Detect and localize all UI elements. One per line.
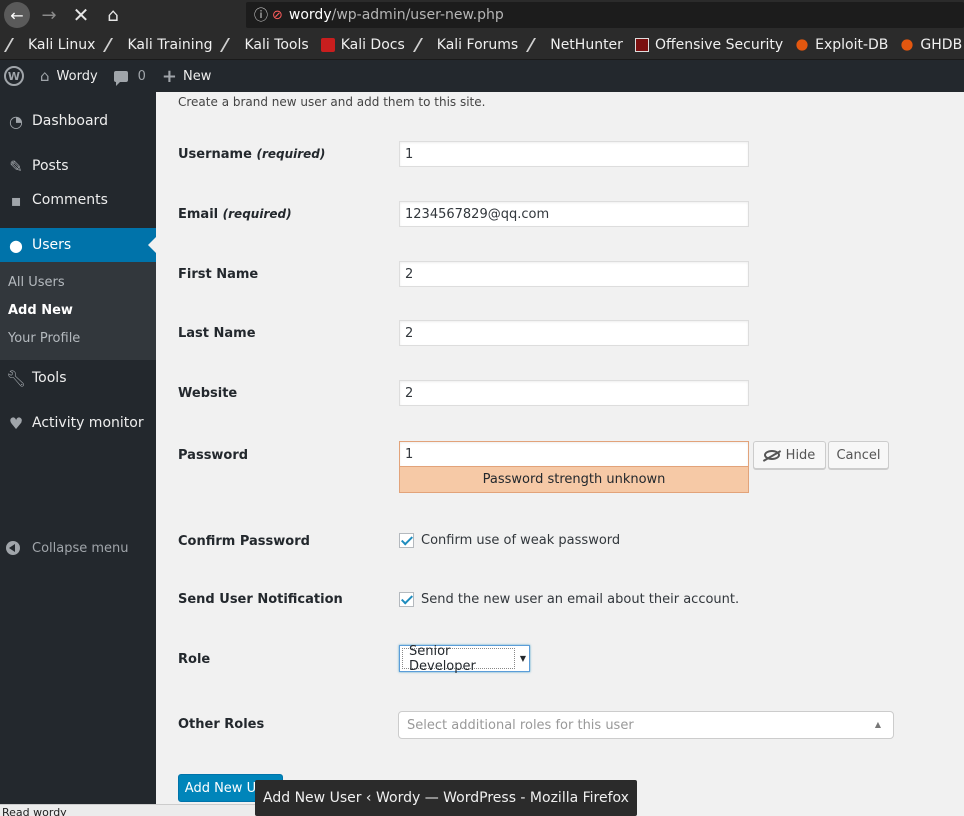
comments-link[interactable]: 0 <box>113 68 146 86</box>
role-select[interactable]: Senior Developer ▼ <box>399 644 530 674</box>
confirm-weak-password-row: Confirm use of weak password <box>399 533 620 548</box>
comment-bubble-icon <box>113 70 128 86</box>
bookmark-kali-forums[interactable]: Kali Forums <box>412 37 518 53</box>
send-notification-label: Send User Notification <box>178 592 343 607</box>
username-input[interactable] <box>399 141 749 167</box>
send-notification-text: Send the new user an email about their a… <box>421 592 740 607</box>
bookmarks-bar: Kali Linux Kali Training Kali Tools Kali… <box>0 30 964 60</box>
bookmark-nethunter[interactable]: NetHunter <box>526 37 623 53</box>
collapse-menu-button[interactable]: Collapse menu <box>0 538 156 558</box>
password-strength-indicator: Password strength unknown <box>399 466 749 493</box>
close-icon: ✕ <box>72 3 90 27</box>
exploit-db-icon <box>796 38 808 51</box>
offsec-icon <box>634 37 649 52</box>
eye-slash-icon <box>763 450 780 460</box>
heartbeat-icon: ♥ <box>8 413 24 433</box>
confirm-password-label: Confirm Password <box>178 534 310 549</box>
kali-dragon-icon <box>3 37 27 52</box>
dashboard-gauge-icon: ◔ <box>9 111 23 131</box>
menu-item-comments[interactable]: ▪ Comments <box>0 183 156 217</box>
email-label: Email (required) <box>178 207 292 222</box>
wp-logo-menu[interactable]: W <box>0 66 24 86</box>
other-roles-label: Other Roles <box>178 717 265 732</box>
bookmark-kali-docs[interactable]: Kali Docs <box>320 37 405 53</box>
submenu-add-new[interactable]: Add New <box>8 303 73 318</box>
users-submenu: All Users Add New Your Profile <box>0 262 156 360</box>
menu-item-dashboard[interactable]: ◔ Dashboard <box>0 104 156 138</box>
hide-password-button[interactable]: Hide <box>753 441 826 469</box>
forward-button[interactable]: → <box>34 0 64 30</box>
wordpress-logo-icon: W <box>4 66 24 86</box>
kali-dragon-icon <box>412 37 435 52</box>
wrench-icon: 🔧︎ <box>5 368 27 388</box>
kali-dragon-icon <box>103 37 126 52</box>
docs-icon <box>320 37 335 52</box>
bookmark-kali-tools[interactable]: Kali Tools <box>220 37 309 53</box>
bookmark-kali-training[interactable]: Kali Training <box>103 37 212 53</box>
kali-dragon-icon <box>220 37 243 52</box>
website-label: Website <box>178 386 238 401</box>
home-icon: ⌂ <box>40 67 50 85</box>
home-icon: ⌂ <box>107 4 119 26</box>
nethunter-icon <box>526 37 549 52</box>
collapse-arrow-icon <box>6 541 20 555</box>
menu-item-activity-monitor[interactable]: ♥ Activity monitor <box>0 406 156 440</box>
send-notification-row: Send the new user an email about their a… <box>399 592 739 607</box>
password-input[interactable] <box>399 441 749 467</box>
main-content: Create a brand new user and add them to … <box>156 92 964 816</box>
bookmark-kali-linux[interactable]: Kali Linux <box>3 37 95 53</box>
wp-admin-bar: W ⌂ Wordy 0 + New <box>0 60 964 92</box>
insecure-lock-icon: ⊘ <box>272 7 283 23</box>
send-notification-checkbox[interactable] <box>399 592 414 607</box>
submenu-your-profile[interactable]: Your Profile <box>8 331 80 346</box>
comment-count: 0 <box>137 68 146 84</box>
chevron-up-icon: ▲ <box>874 720 881 729</box>
bookmark-ghdb[interactable]: GHDB <box>900 37 962 53</box>
user-icon: ● <box>9 235 23 255</box>
menu-item-users[interactable]: ● Users <box>0 228 156 262</box>
home-button[interactable]: ⌂ <box>98 0 128 30</box>
url-bar[interactable]: ⓘ ⊘ wordy/wp-admin/user-new.php <box>246 2 964 28</box>
comment-bubble-icon: ▪ <box>10 190 22 210</box>
confirm-weak-password-checkbox[interactable] <box>399 533 414 548</box>
first-name-input[interactable] <box>399 261 749 287</box>
forward-arrow-icon: → <box>41 4 57 26</box>
plus-icon: + <box>161 65 178 87</box>
browser-toolbar: ← → ✕ ⌂ ⓘ ⊘ wordy/wp-admin/user-new.php <box>0 0 964 30</box>
first-name-label: First Name <box>178 267 259 282</box>
username-label: Username (required) <box>178 147 326 162</box>
cancel-password-button[interactable]: Cancel <box>828 441 889 469</box>
last-name-label: Last Name <box>178 326 256 341</box>
page-description: Create a brand new user and add them to … <box>178 95 486 109</box>
other-roles-select[interactable]: Select additional roles for this user ▲ <box>398 711 894 739</box>
info-icon[interactable]: ⓘ <box>254 5 272 25</box>
stop-loading-button[interactable]: ✕ <box>66 0 96 30</box>
admin-sidebar-menu: ◔ Dashboard ✎ Posts ▪ Comments ● Users 🔧︎ Too… <box>0 92 156 816</box>
back-button[interactable]: ← <box>2 0 32 30</box>
password-label: Password <box>178 448 249 463</box>
window-title-tooltip: Add New User ‹ Wordy — WordPress - Mozil… <box>255 780 637 816</box>
site-name-link[interactable]: ⌂ Wordy <box>40 67 98 85</box>
last-name-input[interactable] <box>399 320 749 346</box>
menu-item-posts[interactable]: ✎ Posts <box>0 149 156 183</box>
new-content-menu[interactable]: + New <box>162 66 211 87</box>
back-arrow-icon: ← <box>4 2 30 28</box>
role-label: Role <box>178 652 211 667</box>
url-path: /wp-admin/user-new.php <box>331 7 504 23</box>
role-selected-value: Senior Developer <box>402 644 515 674</box>
bookmark-offensive-security[interactable]: Offensive Security <box>634 37 783 53</box>
bookmark-exploit-db[interactable]: Exploit-DB <box>795 37 888 53</box>
pushpin-icon: ✎ <box>9 156 23 176</box>
confirm-weak-password-text: Confirm use of weak password <box>421 533 621 548</box>
other-roles-placeholder: Select additional roles for this user <box>407 717 634 733</box>
ghdb-icon <box>901 38 914 51</box>
chevron-down-icon: ▼ <box>519 654 527 663</box>
email-input[interactable] <box>399 201 749 227</box>
submenu-all-users[interactable]: All Users <box>8 275 65 290</box>
menu-item-tools[interactable]: 🔧︎ Tools <box>0 361 156 395</box>
website-input[interactable] <box>399 380 749 406</box>
url-host: wordy <box>288 7 332 23</box>
